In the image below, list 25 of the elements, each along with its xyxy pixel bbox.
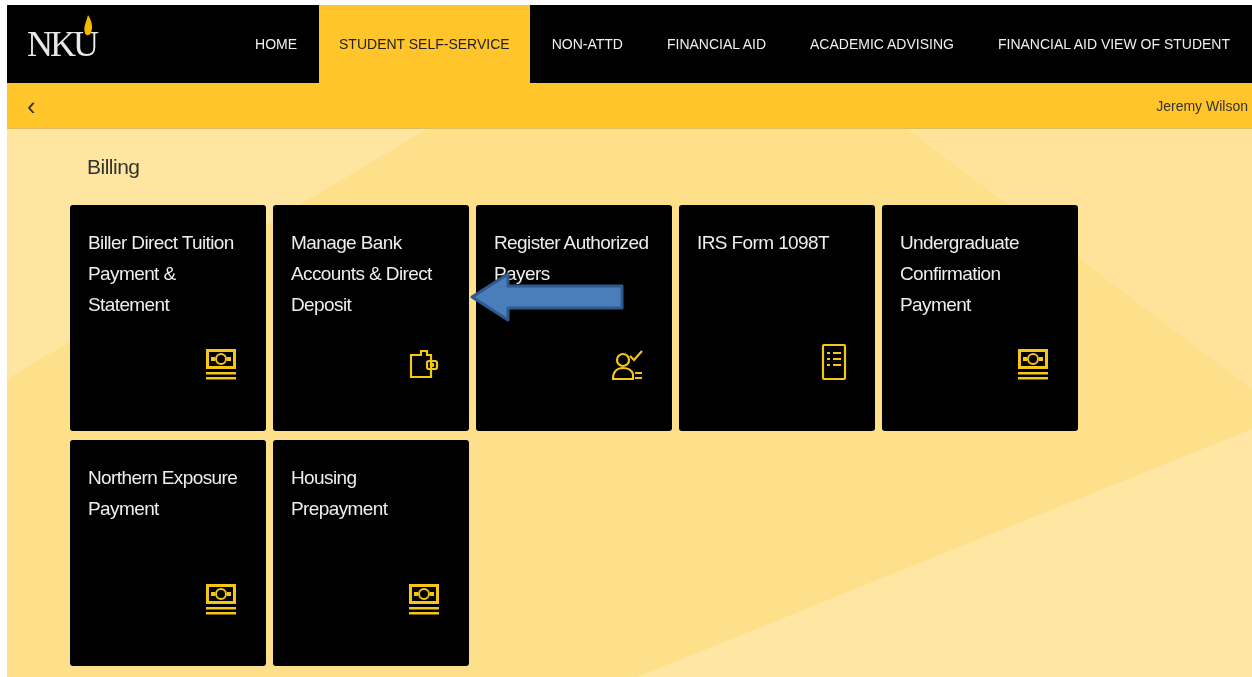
service-tile[interactable]: Housing Prepayment bbox=[273, 440, 469, 666]
money-icon bbox=[1016, 347, 1050, 381]
service-tile[interactable]: IRS Form 1098T bbox=[679, 205, 875, 431]
service-tile[interactable]: Register Authorized Payers bbox=[476, 205, 672, 431]
service-tile[interactable]: Biller Direct Tuition Payment & Statement bbox=[70, 205, 266, 431]
section-title: Billing bbox=[87, 155, 141, 179]
tile-title: IRS Form 1098T bbox=[697, 231, 831, 255]
tile-title: Housing Prepayment bbox=[291, 466, 389, 521]
money-icon bbox=[204, 582, 238, 616]
tile-title: Manage Bank Accounts & Direct Deposit bbox=[291, 231, 433, 317]
service-tile[interactable]: Undergraduate Confirmation Payment bbox=[882, 205, 1078, 431]
logo[interactable]: NKU bbox=[27, 23, 96, 65]
money-icon bbox=[407, 582, 441, 616]
tile-title: Biller Direct Tuition Payment & Statement bbox=[88, 231, 235, 317]
wallet-icon bbox=[407, 347, 441, 381]
back-button[interactable]: ‹ bbox=[23, 92, 40, 119]
nav-tab[interactable]: STUDENT SELF-SERVICE bbox=[319, 5, 530, 83]
document-icon bbox=[821, 343, 847, 381]
money-icon bbox=[204, 347, 238, 381]
service-tile[interactable]: Northern Exposure Payment bbox=[70, 440, 266, 666]
service-tile[interactable]: Manage Bank Accounts & Direct Deposit bbox=[273, 205, 469, 431]
tile-title: Register Authorized Payers bbox=[494, 231, 650, 286]
tile-title: Northern Exposure Payment bbox=[88, 466, 239, 521]
tile-title: Undergraduate Confirmation Payment bbox=[900, 231, 1020, 317]
user-name[interactable]: Jeremy Wilson bbox=[1156, 97, 1248, 114]
